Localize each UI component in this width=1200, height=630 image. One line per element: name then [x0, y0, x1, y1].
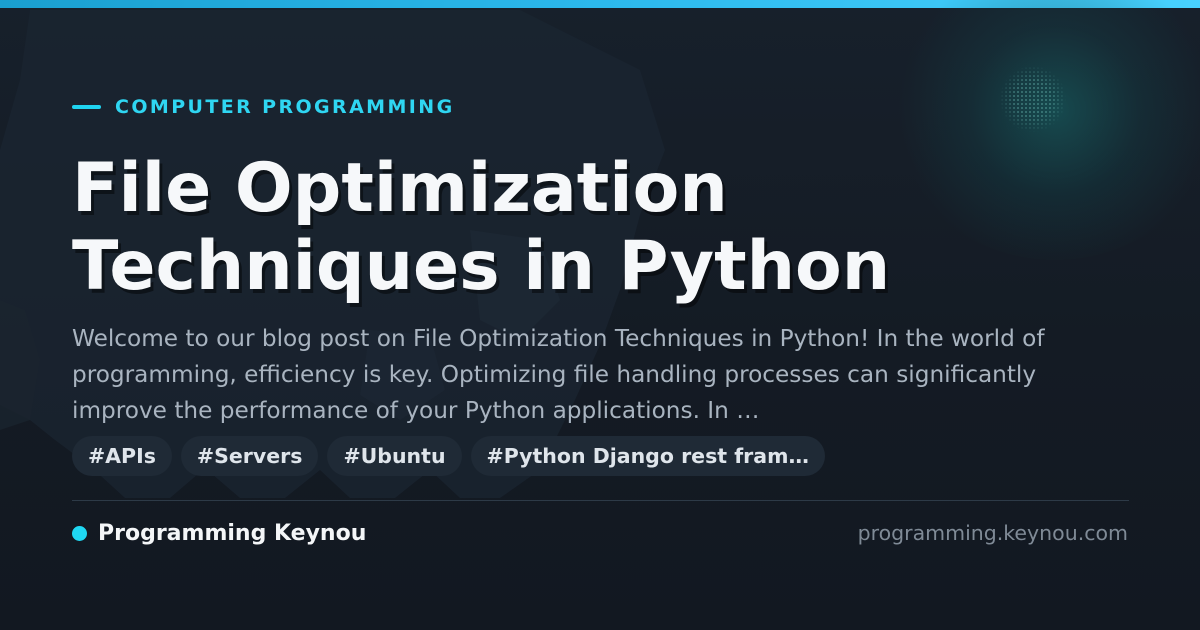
site-domain: programming.keynou.com	[857, 521, 1128, 545]
brand-dot-icon	[72, 525, 87, 541]
post-description: Welcome to our blog post on File Optimiz…	[72, 325, 1045, 424]
category-label: COMPUTER PROGRAMMING	[72, 94, 455, 120]
tag-list: #APIs #Servers #Ubuntu #Python Django re…	[72, 436, 825, 476]
og-card: COMPUTER PROGRAMMING File Optimization T…	[0, 0, 1200, 630]
brand-name: Programming Keynou	[98, 520, 367, 546]
footer-divider	[72, 500, 1129, 501]
tag-apis: #APIs	[72, 436, 172, 476]
post-title-line-2: Techniques in Python	[72, 227, 891, 306]
post-title: File Optimization Techniques in Python	[72, 150, 1152, 306]
category-text: COMPUTER PROGRAMMING	[115, 96, 455, 118]
brand: Programming Keynou	[72, 518, 366, 548]
tag-servers: #Servers	[180, 436, 319, 476]
category-accent-line	[72, 105, 101, 109]
dot-pattern-decoration	[1000, 66, 1066, 132]
post-title-line-1: File Optimization	[72, 149, 728, 228]
tag-ubuntu: #Ubuntu	[327, 436, 462, 476]
tag-python-django: #Python Django rest fram…	[470, 436, 825, 476]
